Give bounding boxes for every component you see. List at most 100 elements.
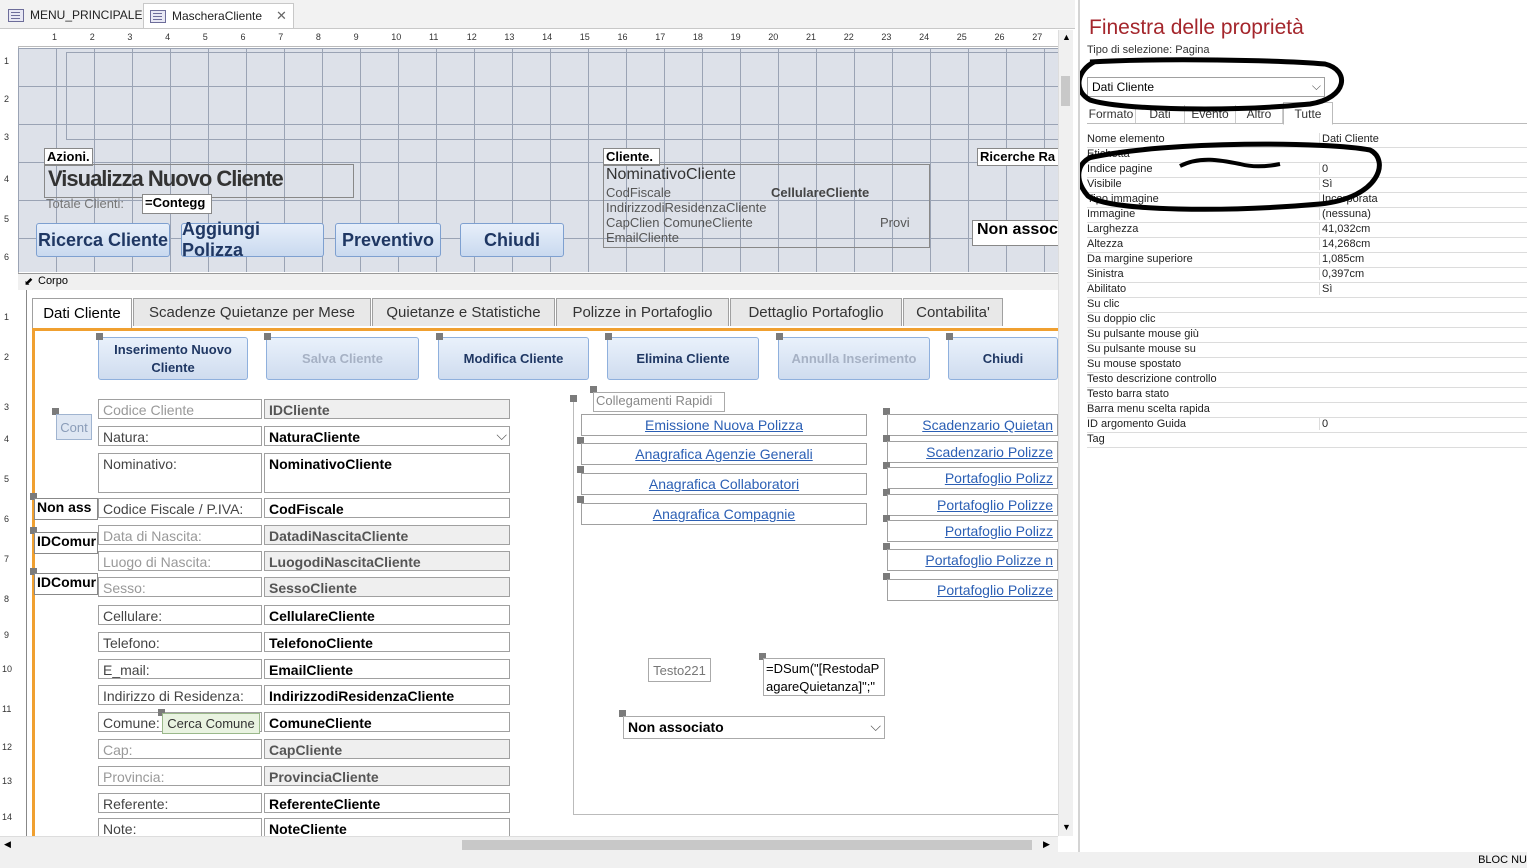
modifica-cliente-button[interactable]: Modifica Cliente — [438, 337, 589, 380]
link-portafoglio-polizze-2[interactable]: Portafoglio Polizze — [887, 494, 1058, 516]
property-row[interactable]: Su pulsante mouse su — [1087, 342, 1527, 358]
comune-field[interactable]: ComuneCliente — [264, 712, 510, 732]
doc-tab-menu-principale[interactable]: MENU_PRINCIPALE — [2, 3, 148, 27]
property-name: Tag — [1087, 433, 1105, 445]
ricerca-cliente-button[interactable]: Ricerca Cliente — [36, 223, 170, 257]
link-portafoglio-polizze-3[interactable]: Portafoglio Polizz — [887, 520, 1058, 542]
property-row[interactable]: Su clic — [1087, 297, 1527, 313]
tab-dati-cliente[interactable]: Dati Cliente — [32, 298, 132, 328]
vertical-scrollbar[interactable]: ▲ ▼ — [1058, 30, 1073, 836]
indirizzo-field[interactable]: IndirizzodiResidenzaCliente — [264, 685, 510, 705]
ruler-number: 14 — [542, 32, 553, 42]
property-row[interactable]: Altezza 14,268cm — [1087, 237, 1527, 253]
scroll-left-icon[interactable]: ◀ — [4, 839, 11, 850]
data-nascita-field[interactable]: DatadiNascitaCliente — [264, 525, 510, 545]
provincia-field[interactable]: ProvinciaCliente — [264, 766, 510, 786]
idcomune-field-2[interactable]: IDComur — [34, 573, 98, 595]
idcliente-field[interactable]: IDCliente — [264, 399, 510, 419]
tab-quietanze-statistiche[interactable]: Quietanze e Statistiche — [372, 298, 555, 326]
property-row[interactable]: Sinistra 0,397cm — [1087, 267, 1527, 283]
tab-contabilita[interactable]: Contabilita' — [903, 298, 1003, 326]
cellulare-field[interactable]: CellulareCliente — [264, 605, 510, 625]
codfiscale-field[interactable]: CodFiscale — [264, 498, 510, 518]
tab-scadenze-quietanze[interactable]: Scadenze Quietanze per Mese — [133, 298, 371, 326]
non-associato-left-field[interactable]: Non ass — [34, 498, 98, 520]
property-row[interactable]: Barra menu scelta rapida — [1087, 402, 1527, 418]
header-nominativo: NominativoCliente — [606, 166, 736, 183]
nominativo-field[interactable]: NominativoCliente — [264, 453, 510, 493]
link-anagrafica-collaboratori[interactable]: Anagrafica Collaboratori — [581, 473, 867, 495]
property-row[interactable]: Su doppio clic — [1087, 312, 1527, 328]
link-portafoglio-polizze-5[interactable]: Portafoglio Polizze — [887, 579, 1058, 601]
ricerche-combo[interactable]: Non assoc — [972, 220, 1064, 246]
property-row[interactable]: Abilitato Sì — [1087, 282, 1527, 298]
annulla-inserimento-button[interactable]: Annulla Inserimento — [778, 337, 930, 380]
link-scadenzario-polizze[interactable]: Scadenzario Polizze — [887, 441, 1058, 463]
property-name: Su doppio clic — [1087, 313, 1156, 325]
link-anagrafica-agenzie[interactable]: Anagrafica Agenzie Generali — [581, 443, 867, 465]
referente-field[interactable]: ReferenteCliente — [264, 793, 510, 813]
selection-handle[interactable] — [436, 333, 443, 340]
selection-handle[interactable] — [264, 333, 271, 340]
property-value[interactable]: 41,032cm — [1319, 223, 1527, 235]
link-emissione-nuova-polizza[interactable]: Emissione Nuova Polizza — [581, 414, 867, 436]
scroll-up-icon[interactable]: ▲ — [1062, 32, 1071, 42]
dsum-field[interactable]: =DSum("[RestodaPagareQuietanza]";" — [763, 658, 885, 696]
property-row[interactable]: Tag — [1087, 432, 1527, 448]
chevron-down-icon[interactable]: ⌵ — [870, 718, 881, 735]
link-scadenzario-quietanze[interactable]: Scadenzario Quietan — [887, 414, 1058, 436]
property-row[interactable]: Su mouse spostato — [1087, 357, 1527, 373]
horizontal-scrollbar[interactable]: ◀ ▶ — [0, 836, 1058, 853]
telefono-field[interactable]: TelefonoCliente — [264, 632, 510, 652]
cap-field[interactable]: CapCliente — [264, 739, 510, 759]
luogo-nascita-field[interactable]: LuogodiNascitaCliente — [264, 551, 510, 571]
cerca-comune-button[interactable]: Cerca Comune — [162, 713, 260, 734]
selection-handle[interactable] — [946, 333, 953, 340]
property-row[interactable]: Larghezza 41,032cm — [1087, 222, 1527, 238]
horizontal-scroll-thumb[interactable] — [462, 840, 1032, 850]
elimina-cliente-button[interactable]: Elimina Cliente — [607, 337, 759, 380]
referente-label: Referente: — [98, 793, 262, 813]
idcomune-field-1[interactable]: IDComur — [34, 532, 98, 554]
sesso-field[interactable]: SessoCliente — [264, 577, 510, 597]
salva-cliente-button[interactable]: Salva Cliente — [266, 337, 419, 380]
note-field[interactable]: NoteCliente — [264, 818, 510, 838]
vertical-scroll-thumb[interactable] — [1061, 76, 1070, 106]
selection-handle[interactable] — [570, 395, 577, 402]
inserimento-nuovo-cliente-button[interactable]: Inserimento Nuovo Cliente — [98, 337, 248, 380]
natura-combo[interactable]: NaturaCliente ⌵ — [264, 426, 510, 446]
link-anagrafica-compagnie[interactable]: Anagrafica Compagnie — [581, 503, 867, 525]
tab-dettaglio-portafoglio[interactable]: Dettaglio Portafoglio — [730, 298, 902, 326]
selection-handle[interactable] — [96, 333, 103, 340]
scroll-down-icon[interactable]: ▼ — [1062, 822, 1071, 832]
selection-handle[interactable] — [605, 333, 612, 340]
scroll-right-icon[interactable]: ▶ — [1043, 839, 1050, 850]
cont-button[interactable]: Cont — [56, 414, 92, 440]
chiudi-button[interactable]: Chiudi — [948, 337, 1058, 380]
email-field[interactable]: EmailCliente — [264, 659, 510, 679]
property-row[interactable]: Da margine superiore 1,085cm — [1087, 252, 1527, 268]
property-value[interactable]: 14,268cm — [1319, 238, 1527, 250]
chevron-down-icon[interactable]: ⌵ — [496, 427, 507, 444]
selection-handle[interactable] — [577, 466, 584, 473]
preventivo-button[interactable]: Preventivo — [335, 223, 441, 257]
link-portafoglio-polizze-4[interactable]: Portafoglio Polizze n — [887, 549, 1058, 571]
property-row[interactable]: Testo descrizione controllo — [1087, 372, 1527, 388]
property-value[interactable]: 0 — [1319, 418, 1527, 430]
non-associato-combo[interactable]: Non associato ⌵ — [623, 716, 885, 739]
property-row[interactable]: ID argomento Guida 0 — [1087, 417, 1527, 433]
property-row[interactable]: Su pulsante mouse giù — [1087, 327, 1527, 343]
property-value[interactable]: 1,085cm — [1319, 253, 1527, 265]
property-row[interactable]: Testo barra stato — [1087, 387, 1527, 403]
doc-tab-maschera-cliente[interactable]: MascheraCliente ✕ — [143, 3, 294, 28]
close-icon[interactable]: ✕ — [276, 8, 287, 24]
totale-clienti-field[interactable]: =Contegg — [142, 194, 212, 214]
chiudi-header-button[interactable]: Chiudi — [460, 223, 564, 257]
aggiungi-polizza-button[interactable]: Aggiungi Polizza — [181, 219, 324, 260]
property-value[interactable]: 0,397cm — [1319, 268, 1527, 280]
property-value[interactable]: Sì — [1319, 283, 1527, 295]
selection-handle[interactable] — [577, 496, 584, 503]
tab-polizze-portafoglio[interactable]: Polizze in Portafoglio — [556, 298, 729, 326]
link-portafoglio-polizze-1[interactable]: Portafoglio Polizz — [887, 467, 1058, 489]
selection-handle[interactable] — [776, 333, 783, 340]
